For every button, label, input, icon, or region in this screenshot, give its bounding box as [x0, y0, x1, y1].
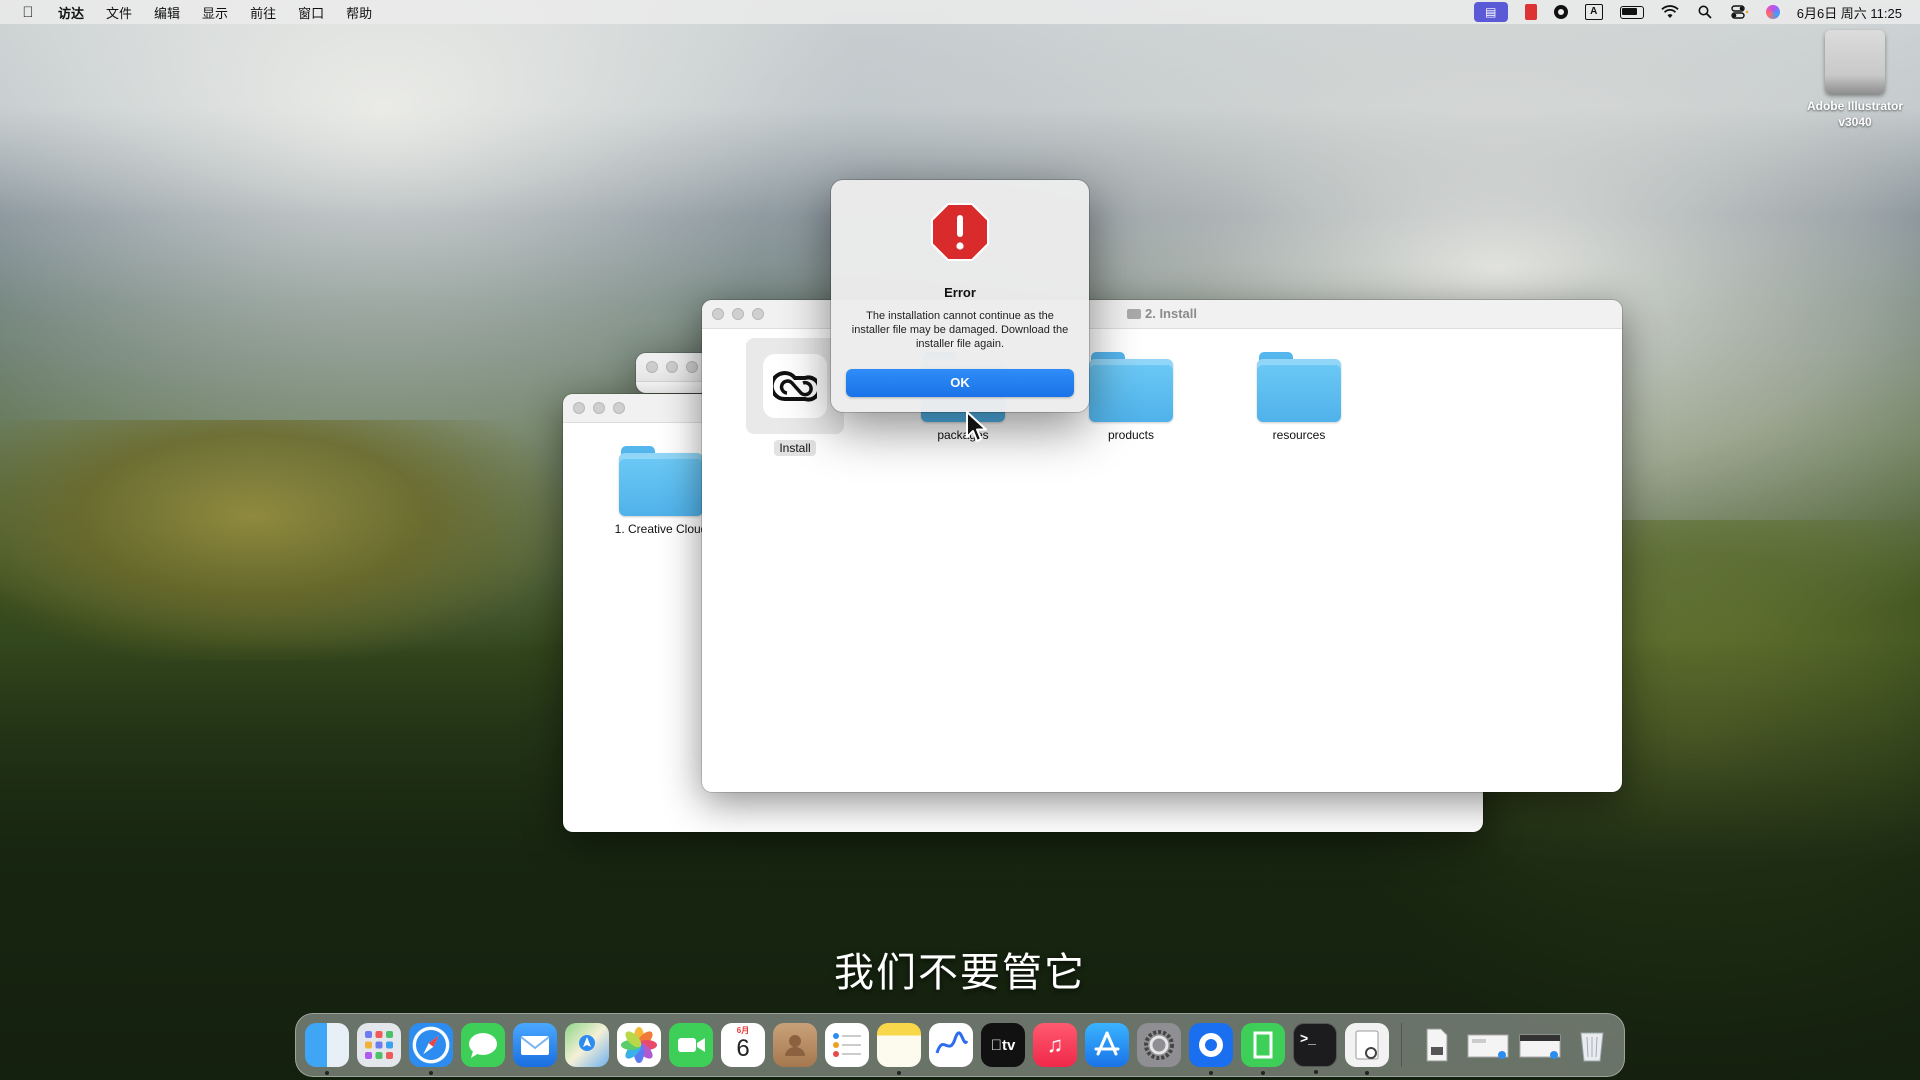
system-settings-icon[interactable] — [1137, 1023, 1181, 1067]
spotlight-search-icon[interactable] — [1696, 5, 1714, 19]
mouse-cursor-icon — [966, 411, 987, 442]
alert-icon — [931, 203, 989, 261]
dialog-message: The installation cannot continue as the … — [851, 310, 1069, 350]
app-store-icon[interactable] — [1085, 1023, 1129, 1067]
item-resources-folder[interactable]: resources — [1234, 352, 1364, 442]
menu-edit[interactable]: 编辑 — [154, 3, 180, 22]
facetime-alt-icon[interactable] — [1241, 1023, 1285, 1075]
record-status-icon[interactable] — [1553, 5, 1568, 19]
folder-icon — [1089, 352, 1173, 422]
wallpaper-vineyard — [0, 420, 560, 660]
trash-icon[interactable] — [1570, 1023, 1614, 1067]
folder-icon — [619, 446, 703, 516]
facetime-icon[interactable] — [669, 1023, 713, 1067]
launchpad-icon[interactable] — [357, 1023, 401, 1067]
zoom-button[interactable] — [686, 361, 698, 373]
siri-icon[interactable] — [1765, 5, 1780, 19]
install-tile — [746, 338, 844, 434]
safari-icon[interactable] — [409, 1023, 453, 1075]
ok-button[interactable]: OK — [846, 369, 1074, 397]
wifi-icon[interactable] — [1661, 5, 1679, 19]
creative-cloud-icon — [763, 354, 827, 418]
maps-icon[interactable] — [565, 1023, 609, 1067]
file-icon[interactable] — [1414, 1023, 1458, 1067]
screenshot-icon[interactable] — [1466, 1023, 1510, 1067]
calendar-icon[interactable]: 6月 6 — [721, 1023, 765, 1067]
finder-icon[interactable] — [305, 1023, 349, 1075]
music-icon[interactable]: ♫ — [1033, 1023, 1077, 1067]
freeform-icon[interactable] — [929, 1023, 973, 1067]
disk-image-icon — [1825, 30, 1885, 94]
messages-icon[interactable] — [461, 1023, 505, 1067]
menu-go[interactable]: 前往 — [250, 3, 276, 22]
menu-window[interactable]: 窗口 — [298, 3, 324, 22]
dialog-title: Error — [944, 285, 976, 300]
folder-icon — [1257, 352, 1341, 422]
apple-menu-icon[interactable]:  — [20, 4, 36, 21]
notes-icon[interactable] — [877, 1023, 921, 1075]
tv-icon[interactable]: tv — [981, 1023, 1025, 1067]
input-source-icon[interactable]: A — [1584, 4, 1603, 20]
disk-label-version: v3040 — [1838, 115, 1872, 129]
menu-file[interactable]: 文件 — [106, 3, 132, 22]
dock-separator — [1401, 1023, 1402, 1067]
video-subtitle: 我们不要管它 — [834, 950, 1086, 996]
item-label: Install — [774, 440, 816, 456]
menu-bar:  访达 文件 编辑 显示 前往 窗口 帮助 ▤ A 6月6日 周六 11:25 — [0, 0, 1920, 24]
recording-app-icon[interactable] — [1524, 4, 1537, 20]
window-icon[interactable] — [1518, 1023, 1562, 1067]
mail-icon[interactable] — [513, 1023, 557, 1067]
minimize-button[interactable] — [593, 402, 605, 414]
dock: 6月 6 tv ♫ >_ — [295, 1013, 1625, 1077]
item-label: products — [1107, 428, 1155, 442]
preview-icon[interactable] — [1345, 1023, 1389, 1075]
calendar-day: 6 — [736, 1035, 750, 1062]
menu-clock[interactable]: 6月6日 周六 11:25 — [1797, 3, 1902, 22]
error-dialog: Error The installation cannot continue a… — [831, 180, 1089, 412]
battery-icon[interactable] — [1619, 5, 1644, 19]
terminal-icon[interactable]: >_ — [1293, 1023, 1337, 1074]
desktop-disk-adobe-illustrator[interactable]: Adobe Illustrator v3040 — [1800, 30, 1910, 130]
menu-view[interactable]: 显示 — [202, 3, 228, 22]
close-button[interactable] — [646, 361, 658, 373]
item-label: packages — [937, 428, 989, 442]
close-button[interactable] — [573, 402, 585, 414]
zoom-button[interactable] — [613, 402, 625, 414]
folder-icon — [1126, 309, 1141, 319]
photos-icon[interactable] — [617, 1023, 661, 1067]
contacts-icon[interactable] — [773, 1023, 817, 1067]
screen-mirroring-icon[interactable]: ▤ — [1473, 2, 1508, 22]
item-label: resources — [1272, 428, 1326, 442]
reminders-icon[interactable] — [825, 1023, 869, 1067]
disk-label-name: Adobe Illustrator — [1806, 99, 1903, 113]
menu-help[interactable]: 帮助 — [346, 3, 372, 22]
menu-app-name[interactable]: 访达 — [58, 3, 84, 22]
tv-label: tv — [996, 1036, 1015, 1054]
control-center-icon[interactable] — [1731, 5, 1749, 19]
minimize-button[interactable] — [666, 361, 678, 373]
browser-icon[interactable] — [1189, 1023, 1233, 1075]
